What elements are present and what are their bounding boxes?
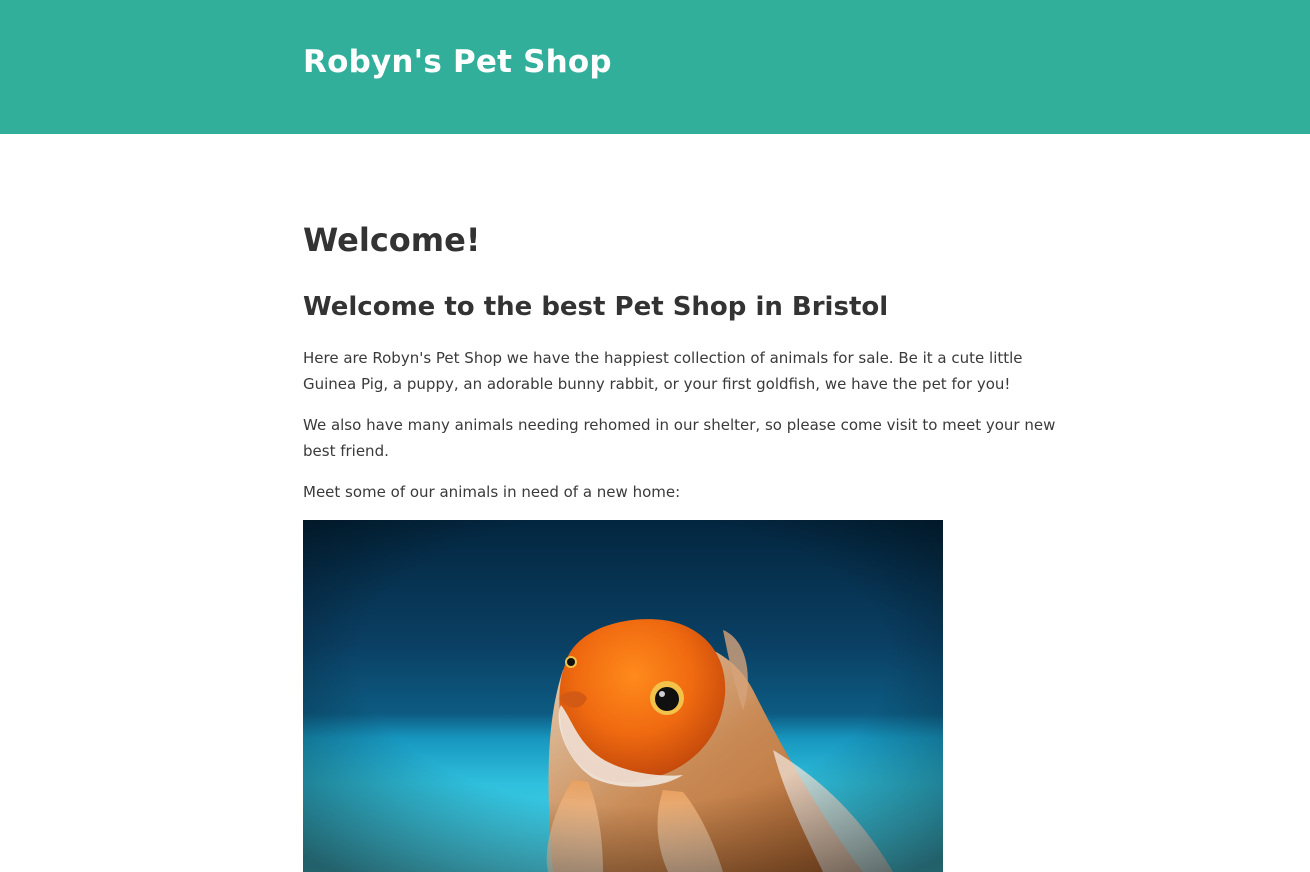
shelter-paragraph: We also have many animals needing rehome… <box>303 416 1056 460</box>
meet-animals-paragraph: Meet some of our animals in need of a ne… <box>303 483 681 501</box>
intro-paragraph: Here are Robyn's Pet Shop we have the ha… <box>303 349 1023 393</box>
section-heading: Welcome to the best Pet Shop in Bristol <box>303 292 889 322</box>
goldfish-photo <box>303 520 943 872</box>
site-header: Robyn's Pet Shop <box>0 0 1310 134</box>
site-title-link[interactable]: Robyn's Pet Shop <box>303 40 612 84</box>
page-title: Welcome! <box>303 221 481 259</box>
